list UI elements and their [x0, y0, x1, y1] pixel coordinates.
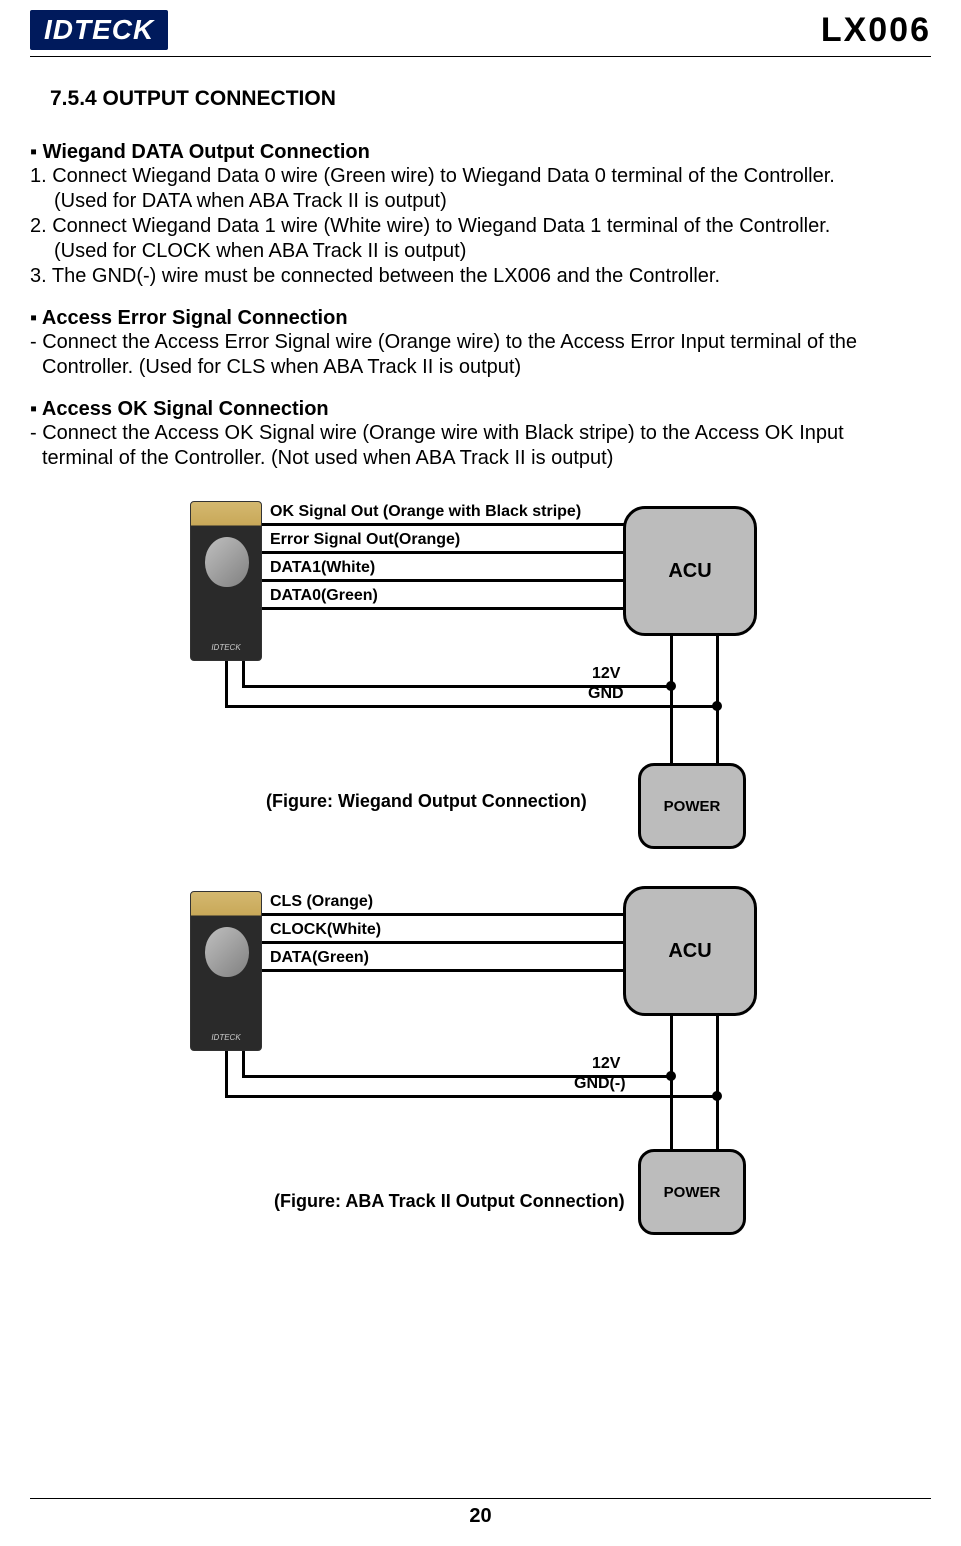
acu-box: ACU — [623, 506, 757, 636]
wire-cls-label: CLS (Orange) — [270, 893, 373, 911]
v12-label: 12V — [592, 665, 620, 683]
wiegand-step2b: (Used for CLOCK when ABA Track II is out… — [30, 239, 931, 264]
page-number: 20 — [469, 1505, 491, 1527]
vline — [225, 1051, 228, 1095]
power-box: POWER — [638, 763, 746, 849]
page-header: IDTECK LX006 — [30, 10, 931, 57]
wiegand-section: ▪ Wiegand DATA Output Connection 1. Conn… — [30, 141, 931, 289]
wire-data0-label: DATA0(Green) — [270, 587, 378, 605]
access-ok-heading: ▪ Access OK Signal Connection — [30, 398, 931, 421]
figure-caption-2: (Figure: ABA Track II Output Connection) — [274, 1191, 625, 1212]
v12-label-2: 12V — [592, 1055, 620, 1073]
wire-clock — [262, 941, 626, 944]
wire-data1 — [262, 579, 626, 582]
wire-data0 — [262, 607, 626, 610]
wire-gnd — [225, 705, 718, 708]
wire-cls — [262, 913, 626, 916]
wiegand-step2: 2. Connect Wiegand Data 1 wire (White wi… — [30, 214, 931, 239]
access-error-section: ▪ Access Error Signal Connection - Conne… — [30, 307, 931, 380]
wire-error-signal-label: Error Signal Out(Orange) — [270, 531, 460, 549]
wiegand-step1: 1. Connect Wiegand Data 0 wire (Green wi… — [30, 164, 931, 189]
vline — [670, 636, 673, 766]
access-error-l1: - Connect the Access Error Signal wire (… — [30, 330, 931, 355]
junction-dot — [666, 681, 676, 691]
wiegand-step1b: (Used for DATA when ABA Track II is outp… — [30, 189, 931, 214]
access-error-heading: ▪ Access Error Signal Connection — [30, 307, 931, 330]
junction-dot — [712, 701, 722, 711]
wire-ok-signal-label: OK Signal Out (Orange with Black stripe) — [270, 503, 581, 521]
wire-ok-signal — [262, 523, 626, 526]
power-box: POWER — [638, 1149, 746, 1235]
wiegand-step3: 3. The GND(-) wire must be connected bet… — [30, 264, 931, 289]
access-error-l2: Controller. (Used for CLS when ABA Track… — [30, 355, 931, 380]
vline — [716, 1016, 719, 1151]
vline — [670, 1016, 673, 1151]
access-ok-l1: - Connect the Access OK Signal wire (Ora… — [30, 421, 931, 446]
vline — [242, 661, 245, 687]
wire-gnd-2 — [225, 1095, 718, 1098]
gnd-label: GND — [588, 685, 624, 703]
acu-box: ACU — [623, 886, 757, 1016]
vline — [225, 661, 228, 705]
page-footer: 20 — [30, 1498, 931, 1528]
model-number: LX006 — [821, 11, 931, 50]
device-icon — [190, 501, 262, 661]
wire-error-signal — [262, 551, 626, 554]
gnd-label-2: GND(-) — [574, 1075, 626, 1093]
brand-logo: IDTECK — [30, 10, 168, 50]
wiegand-heading: ▪ Wiegand DATA Output Connection — [30, 141, 931, 164]
wire-data — [262, 969, 626, 972]
wire-data-label: DATA(Green) — [270, 949, 369, 967]
access-ok-section: ▪ Access OK Signal Connection - Connect … — [30, 398, 931, 471]
device-icon — [190, 891, 262, 1051]
section-title: 7.5.4 OUTPUT CONNECTION — [50, 87, 931, 111]
access-ok-l2: terminal of the Controller. (Not used wh… — [30, 446, 931, 471]
vline — [242, 1051, 245, 1077]
aba-diagram: CLS (Orange) CLOCK(White) DATA(Green) AC… — [30, 891, 931, 1231]
figure-caption-1: (Figure: Wiegand Output Connection) — [266, 791, 587, 812]
junction-dot — [666, 1071, 676, 1081]
wiegand-diagram: OK Signal Out (Orange with Black stripe)… — [30, 501, 931, 861]
wire-data1-label: DATA1(White) — [270, 559, 375, 577]
junction-dot — [712, 1091, 722, 1101]
wire-clock-label: CLOCK(White) — [270, 921, 381, 939]
